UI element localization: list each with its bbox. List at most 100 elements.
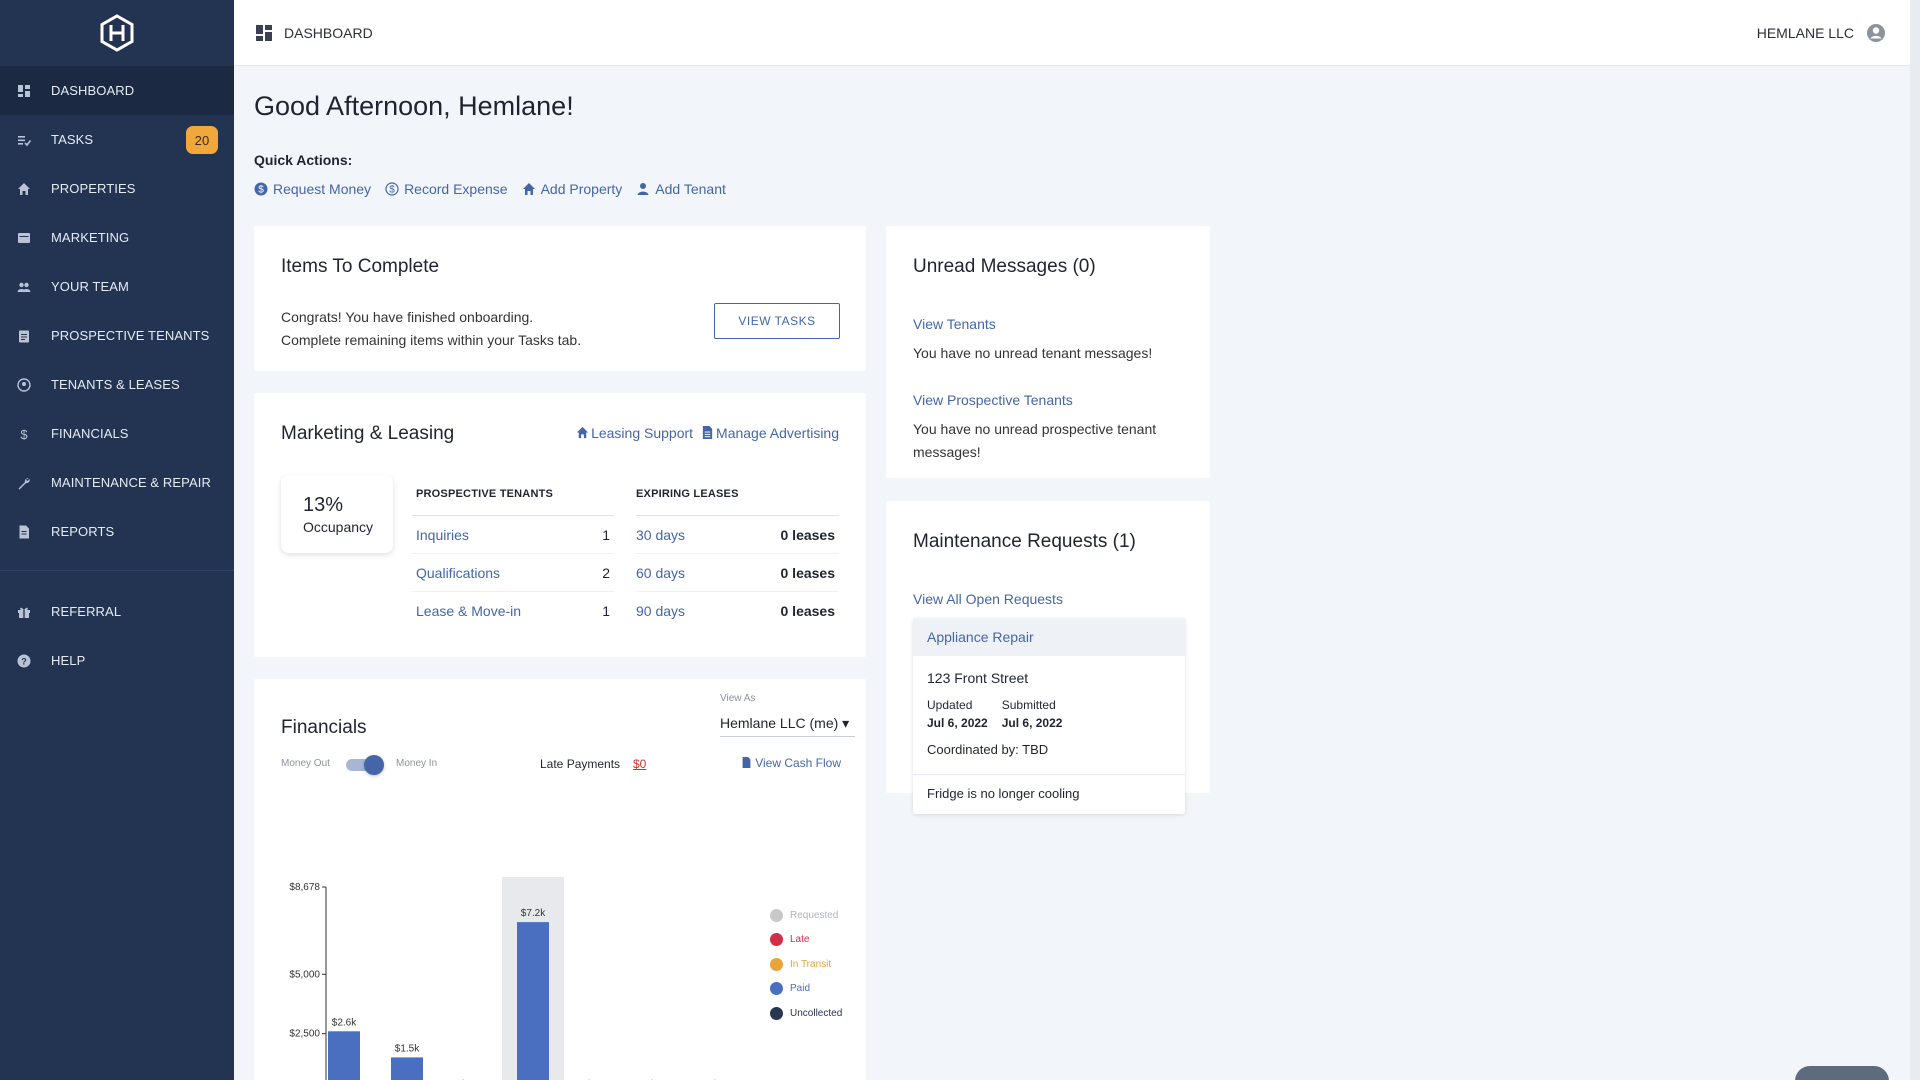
occupancy-stat: 13% Occupancy	[281, 475, 393, 553]
tasks-count-badge: 20	[186, 126, 218, 154]
sidebar-item-label: TASKS	[51, 132, 94, 147]
legend-label: Late	[790, 934, 810, 946]
bar-value-label: $1.5k	[395, 1043, 420, 1054]
marketing-leasing-title: Marketing & Leasing	[281, 423, 455, 444]
sidebar-item-referral[interactable]: REFERRAL	[0, 587, 234, 636]
request-category-link[interactable]: Appliance Repair	[927, 629, 1034, 645]
tenant-messages-text: You have no unread tenant messages!	[913, 345, 1153, 361]
document-icon	[16, 524, 32, 540]
legend-swatch	[770, 908, 783, 922]
dollar-icon: $	[16, 426, 32, 442]
page-scrollbar[interactable]	[1910, 0, 1920, 1080]
home-icon	[576, 426, 589, 439]
record-expense-link[interactable]: $ Record Expense	[385, 181, 508, 197]
sidebar-item-label: PROSPECTIVE TENANTS	[51, 328, 210, 343]
legend-item[interactable]: In Transit	[770, 952, 842, 977]
view-prospective-tenants-link[interactable]: View Prospective Tenants	[913, 392, 1073, 408]
occupancy-value: 13%	[303, 493, 344, 516]
sidebar-item-help[interactable]: ? HELP	[0, 636, 234, 685]
request-details: 123 Front Street Updated Jul 6, 2022 Sub…	[913, 656, 1185, 757]
chart-bar	[328, 1031, 360, 1080]
view-tenants-link[interactable]: View Tenants	[913, 316, 996, 332]
legend-item[interactable]: Paid	[770, 977, 842, 1002]
svg-text:$: $	[20, 427, 28, 441]
quick-actions: $ Request Money $ Record Expense Add Pro…	[254, 181, 726, 197]
manage-advertising-link[interactable]: Manage Advertising	[701, 425, 839, 441]
view-as-label: View As	[720, 693, 756, 704]
sidebar-item-label: REFERRAL	[51, 604, 122, 619]
topbar: DASHBOARD HEMLANE LLC	[234, 0, 1910, 66]
user-circle-icon	[1867, 24, 1885, 42]
leasing-support-link[interactable]: Leasing Support	[576, 425, 693, 441]
breadcrumb: DASHBOARD	[284, 24, 373, 41]
money-out-label: Money Out	[281, 758, 330, 769]
sidebar-item-maintenance-repair[interactable]: MAINTENANCE & REPAIR	[0, 458, 234, 507]
view-tasks-button[interactable]: VIEW TASKS	[714, 303, 840, 339]
row-label-link[interactable]: 30 days	[636, 527, 685, 543]
logo-icon	[100, 14, 134, 52]
row-label-link[interactable]: Qualifications	[416, 565, 500, 581]
legend-swatch	[770, 982, 783, 996]
y-tick-label: $2,500	[289, 1029, 320, 1040]
row-label-link[interactable]: Inquiries	[416, 527, 469, 543]
sidebar-item-dashboard[interactable]: DASHBOARD	[0, 66, 234, 115]
view-cash-flow-link[interactable]: View Cash Flow	[741, 756, 841, 770]
document-icon	[702, 426, 713, 439]
account-name: HEMLANE LLC	[1756, 25, 1854, 41]
bar-value-label: $7.2k	[521, 908, 546, 919]
updated-col: Updated Jul 6, 2022	[927, 698, 988, 730]
view-all-open-requests-link[interactable]: View All Open Requests	[913, 591, 1063, 607]
sidebar-item-tasks[interactable]: TASKS 20	[0, 115, 234, 164]
updated-label: Updated	[927, 698, 973, 712]
legend-label: Requested	[790, 909, 839, 921]
maintenance-request-item[interactable]: Appliance Repair 123 Front Street Update…	[913, 618, 1185, 814]
sidebar-item-label: TENANTS & LEASES	[51, 377, 180, 392]
dollar-outline-icon: $	[385, 182, 399, 196]
row-count: 2	[602, 564, 610, 581]
legend-item[interactable]: Requested	[770, 903, 842, 928]
sidebar-item-prospective-tenants[interactable]: PROSPECTIVE TENANTS	[0, 311, 234, 360]
row-label-link[interactable]: 90 days	[636, 603, 685, 619]
account-menu[interactable]: HEMLANE LLC	[1757, 0, 1886, 66]
home-icon	[16, 181, 32, 197]
onboarding-message: Congrats! You have finished onboarding. …	[281, 309, 582, 348]
legend-swatch	[770, 933, 783, 947]
sidebar-item-reports[interactable]: REPORTS	[0, 507, 234, 556]
sidebar-item-your-team[interactable]: YOUR TEAM	[0, 262, 234, 311]
bar-value-label: $2.6k	[332, 1017, 357, 1028]
sidebar-item-tenants-leases[interactable]: TENANTS & LEASES	[0, 360, 234, 409]
view-as-select[interactable]: Hemlane LLC (me) ▾	[720, 715, 856, 737]
sidebar-item-marketing[interactable]: MARKETING	[0, 213, 234, 262]
request-dates: Updated Jul 6, 2022 Submitted Jul 6, 202…	[927, 698, 1171, 730]
home-icon	[522, 183, 535, 195]
help-chat-button[interactable]	[1795, 1066, 1889, 1080]
money-direction-toggle[interactable]	[344, 755, 384, 775]
svg-text:$: $	[258, 185, 264, 196]
late-payments-value[interactable]: $0	[633, 757, 646, 771]
row-label-link[interactable]: 60 days	[636, 565, 685, 581]
sidebar-divider	[0, 570, 234, 571]
sidebar-item-properties[interactable]: PROPERTIES	[0, 164, 234, 213]
y-tick-label: $8,678	[289, 882, 320, 893]
request-money-link[interactable]: $ Request Money	[254, 181, 371, 197]
marketing-links: Leasing Support Manage Advertising	[576, 425, 839, 441]
add-property-link[interactable]: Add Property	[522, 181, 622, 197]
submitted-col: Submitted Jul 6, 2022	[1002, 698, 1063, 730]
gift-icon	[16, 604, 32, 620]
team-icon	[16, 279, 32, 295]
row-count: 0 leases	[780, 603, 836, 619]
hemlane-logo[interactable]	[0, 0, 234, 66]
marketing-leasing-card: Marketing & Leasing Leasing Support Mana…	[254, 393, 866, 657]
legend-item[interactable]: Late	[770, 928, 842, 953]
sidebar-item-financials[interactable]: $ FINANCIALS	[0, 409, 234, 458]
coordinated-by: Coordinated by: TBD	[927, 742, 1049, 757]
table-row: Qualifications 2	[412, 554, 614, 592]
chart-bar	[517, 922, 549, 1080]
add-tenant-link[interactable]: Add Tenant	[636, 181, 726, 197]
tasks-icon	[16, 132, 32, 148]
request-category: Appliance Repair	[913, 618, 1185, 656]
financials-card: Financials View As Hemlane LLC (me) ▾ Mo…	[254, 679, 866, 1080]
dollar-circle-icon: $	[254, 182, 268, 196]
legend-item[interactable]: Uncollected	[770, 1001, 842, 1026]
row-label-link[interactable]: Lease & Move-in	[416, 603, 521, 619]
